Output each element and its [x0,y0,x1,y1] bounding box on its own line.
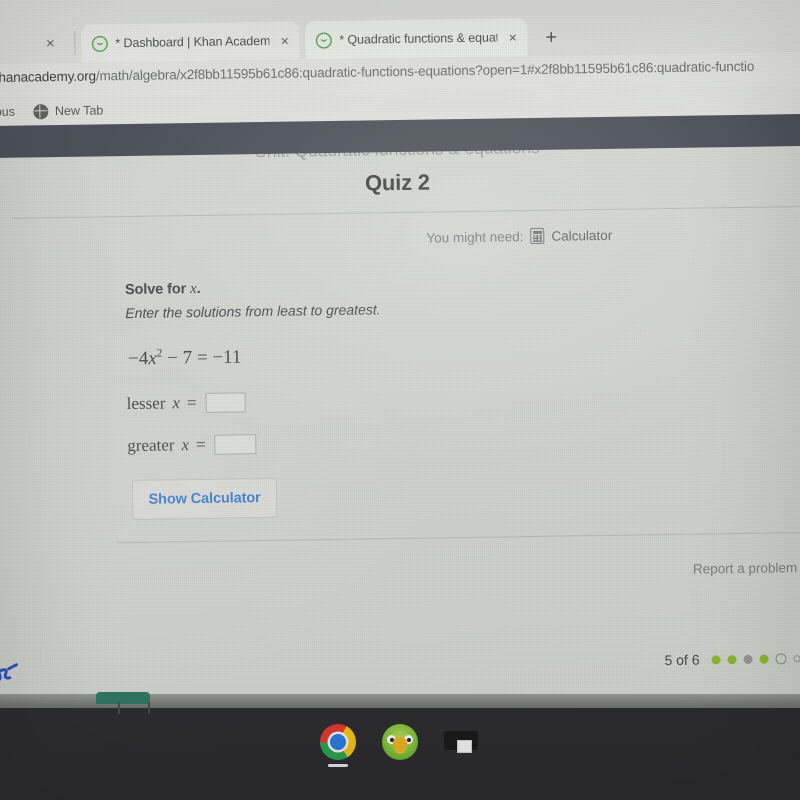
bookmark-label: New Tab [54,103,104,119]
progress-label: 5 of 6 [664,651,700,669]
progress-dot-6 [793,654,800,662]
active-window-indicator [328,764,348,767]
chromeos-shelf [0,708,800,800]
browser-tab-dashboard[interactable]: * Dashboard | Khan Academy × [81,21,300,63]
hint-prefix-label: You might need: [426,228,524,246]
tab-close-icon-partial[interactable]: × [41,35,59,53]
shelf-item-parrot[interactable] [382,724,418,760]
close-icon[interactable]: × [276,32,293,49]
page-title: Quiz 2 [364,169,431,196]
equation: −4x2 − 7 = −11 [128,346,242,370]
progress-dot-3 [743,654,753,664]
shelf-item-printer[interactable] [444,724,480,760]
prompt-suffix: . [196,280,201,298]
prompt-prefix: Solve for [124,281,191,299]
bookmark-item-campus[interactable]: mpus [0,105,15,119]
khan-academy-leaf-icon [315,31,332,49]
quiz-progress-footer: 5 of 6 [664,650,800,668]
calculator-icon [530,227,545,245]
khan-academy-leaf-icon [91,35,108,52]
footer-divider [116,531,800,544]
globe-icon [32,103,49,119]
question-prompt: Solve for x. Enter the solutions from le… [125,278,381,321]
shelf-icon-row [0,724,800,767]
show-calculator-button[interactable]: Show Calculator [131,477,278,520]
answer-row-lesser: lesser x = [127,392,246,414]
url-host: khanacademy.org [0,68,97,86]
equation-equals: = [196,347,208,369]
pen-annotation-mark [0,663,25,690]
chromebook-screenshot: × * Dashboard | Khan Academy × * Quadrat… [0,0,800,800]
calculator-label: Calculator [551,227,613,244]
answer-label-prefix: greater [127,435,175,456]
browser-tab-quadratic[interactable]: * Quadratic functions & equatio × [305,18,528,60]
hinge-leg-left [118,702,120,714]
equation-term2: − 7 [162,347,198,369]
answer-label-prefix: lesser [126,393,166,414]
khan-academy-page: Unit: Quadratic functions & equations ‹ … [0,113,800,725]
answer-label-suffix: = [186,393,197,413]
you-might-need-row: You might need: Calculator [426,227,612,246]
header-divider [11,205,800,219]
answer-label-suffix: = [195,434,206,455]
answer-row-greater: greater x = [127,434,257,456]
tab-divider [74,30,76,55]
laptop-screen: × * Dashboard | Khan Academy × * Quadrat… [0,0,800,725]
chrome-icon [320,724,356,760]
laptop-hinge-tab [96,692,150,704]
answer-label-variable: x [181,435,190,455]
close-icon[interactable]: × [504,29,521,46]
report-a-problem-link[interactable]: Report a problem [693,560,798,577]
parrot-app-icon [382,724,418,760]
progress-dots [711,652,800,665]
browser-tab-title: * Dashboard | Khan Academy [115,33,270,51]
prompt-line-solve-for: Solve for x. [125,278,380,299]
progress-dot-5 [775,652,787,664]
prompt-line-instructions: Enter the solutions from least to greate… [125,301,381,322]
printer-icon [444,727,478,757]
bookmark-item-new-tab[interactable]: New Tab [32,103,104,119]
progress-dot-2 [727,654,737,664]
progress-dot-4 [759,654,769,664]
equation-variable: x [148,347,157,370]
shelf-item-chrome[interactable] [320,724,356,767]
equation-coefficient: −4 [127,348,149,370]
hinge-leg-right [148,702,150,714]
new-tab-button[interactable]: + [539,26,563,50]
greater-x-input[interactable] [214,434,257,455]
browser-tab-title: * Quadratic functions & equatio [339,30,498,47]
lesser-x-input[interactable] [205,392,246,413]
answer-label-variable: x [172,393,181,413]
equation-rhs: −11 [207,346,242,369]
bookmark-label: mpus [0,104,16,120]
progress-dot-1 [711,654,721,664]
